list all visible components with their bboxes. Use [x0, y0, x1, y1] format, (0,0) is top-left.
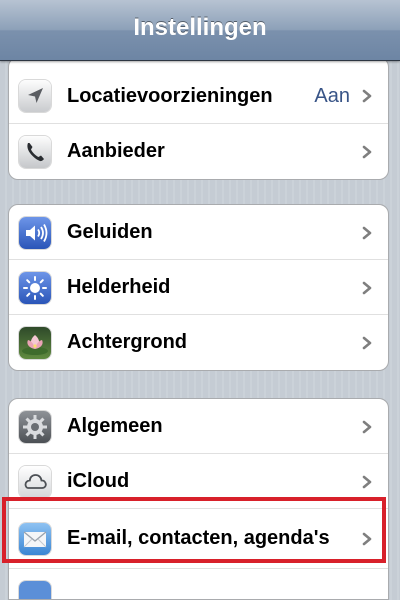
chevron-right-icon: [360, 226, 374, 240]
brightness-label: Helderheid: [67, 276, 171, 298]
settings-row-location-services[interactable]: Locatievoorzieningen Aan: [9, 58, 388, 124]
icloud-label: iCloud: [67, 470, 130, 492]
settings-row-wallpaper[interactable]: Achtergrond: [9, 315, 388, 370]
location-arrow-icon: [19, 80, 51, 112]
cloud-icon: [19, 466, 51, 498]
settings-row-brightness[interactable]: Helderheid: [9, 260, 388, 315]
location-services-label: Locatievoorzieningen: [67, 85, 273, 107]
mail-envelope-icon: [19, 523, 51, 555]
navigation-bar: Instellingen: [0, 0, 400, 61]
chevron-right-icon: [360, 281, 374, 295]
chevron-right-icon: [360, 475, 374, 489]
chevron-right-icon: [360, 89, 374, 103]
wallpaper-label: Achtergrond: [67, 331, 187, 353]
mail-contacts-calendars-label: E-mail, contacten, agenda's: [67, 527, 330, 549]
speaker-icon: [19, 217, 51, 249]
settings-row-icloud[interactable]: iCloud: [9, 454, 388, 509]
chevron-right-icon: [360, 145, 374, 159]
settings-row-general[interactable]: Algemeen: [9, 399, 388, 454]
settings-group-display: Geluiden Helderheid Achtergrond: [8, 204, 389, 371]
settings-group-location: Locatievoorzieningen Aan Aanbieder: [8, 57, 389, 180]
phone-icon: [19, 136, 51, 168]
general-label: Algemeen: [67, 415, 163, 437]
wallpaper-flower-icon: [19, 327, 51, 359]
sounds-label: Geluiden: [67, 221, 153, 243]
next-app-icon: [19, 581, 51, 599]
settings-row-mail-contacts-calendars[interactable]: E-mail, contacten, agenda's: [9, 509, 388, 569]
page-title: Instellingen: [133, 14, 267, 41]
brightness-icon: [19, 272, 51, 304]
carrier-label: Aanbieder: [67, 140, 165, 162]
location-services-value: Aan: [314, 85, 350, 107]
chevron-right-icon: [360, 532, 374, 546]
settings-group-general: Algemeen iCloud E-mail, contacten, agend…: [8, 398, 389, 600]
settings-row-sounds[interactable]: Geluiden: [9, 205, 388, 260]
settings-row-carrier[interactable]: Aanbieder: [9, 124, 388, 179]
gear-icon: [19, 411, 51, 443]
chevron-right-icon: [360, 420, 374, 434]
chevron-right-icon: [360, 336, 374, 350]
